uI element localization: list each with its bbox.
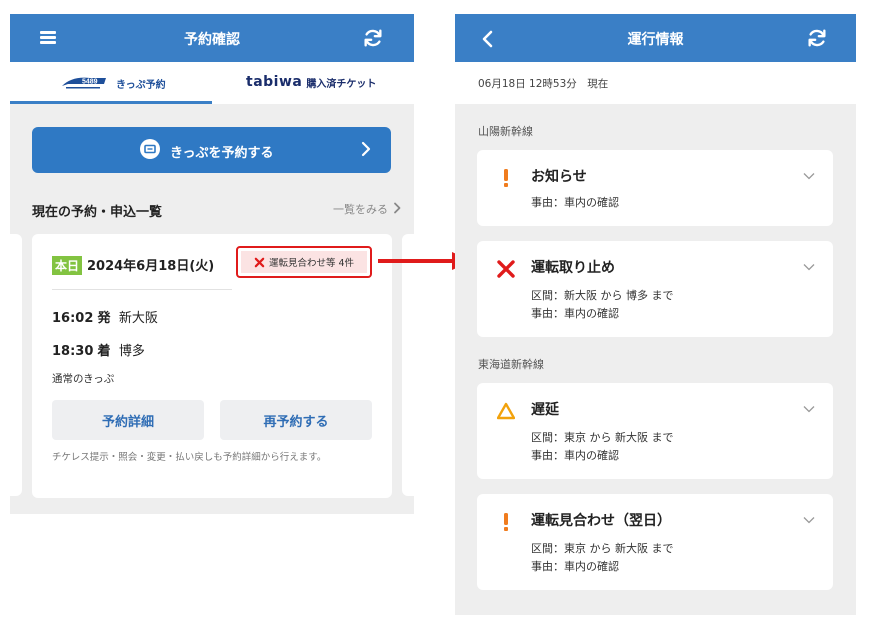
departure-label: 発	[97, 311, 111, 326]
divider	[52, 289, 232, 290]
cross-icon	[254, 257, 265, 267]
info-reason: 事由：車内の確認	[531, 196, 619, 209]
arrival-station: 博多	[118, 344, 145, 359]
info-title: 運転取り止め	[531, 260, 615, 276]
alert-text: 運転見合わせ等 4件	[268, 258, 355, 269]
previous-card-edge[interactable]	[10, 234, 22, 496]
tab-kippu-reservation[interactable]: 5489 きっぷ予約	[60, 74, 166, 92]
see-all-link[interactable]: 一覧をみる	[333, 201, 388, 217]
line-name: 山陽新幹線	[478, 125, 533, 138]
line-name: 東海道新幹線	[478, 358, 544, 371]
cross-icon	[497, 260, 515, 278]
info-reason: 事由：車内の確認	[531, 307, 619, 320]
tabiwa-logo: tabiwa	[246, 74, 303, 90]
reserve-button-label: きっぷを予約する	[170, 146, 274, 161]
info-section: 区間：東京 から 新大阪 まで	[531, 542, 674, 555]
page-title: 予約確認	[184, 32, 240, 48]
ticket-type: 通常のきっぷ	[52, 373, 115, 385]
departure-time: 16:02	[52, 311, 94, 326]
card-note: チケレス提示・照会・変更・払い戻しも予約詳細から行えます。	[52, 452, 327, 463]
service-alert-badge[interactable]: 運転見合わせ等 4件	[236, 246, 372, 278]
arrival-time: 18:30	[52, 344, 94, 359]
info-section: 区間：新大阪 から 博多 まで	[531, 289, 674, 302]
triangle-icon	[497, 402, 515, 420]
today-badge: 本日	[52, 256, 83, 275]
departure-station: 新大阪	[118, 311, 158, 326]
exclamation-icon	[504, 169, 508, 187]
exclamation-icon	[504, 513, 508, 531]
tab-purchased-tickets[interactable]: tabiwa 購入済チケット	[246, 74, 376, 90]
reservation-card: 本日 2024年6月18日(火) 運転見合わせ等 4件 16:02 発 新大阪 …	[32, 234, 392, 498]
tab-label: きっぷ予約	[116, 79, 166, 91]
refresh-icon[interactable]	[806, 27, 828, 49]
info-title: 遅延	[531, 402, 559, 418]
svg-text:5489: 5489	[82, 79, 98, 86]
info-reason: 事由：車内の確認	[531, 560, 619, 573]
tab-label: 購入済チケット	[306, 78, 377, 90]
arrival-row: 18:30 着 博多	[52, 340, 145, 359]
info-card-suspended[interactable]: 運転取り止め 区間：新大阪 から 博多 まで 事由：車内の確認	[477, 241, 833, 337]
reservation-screen: 予約確認 5489 きっぷ予約 tabiwa 購入済チケット きっぷを予約する …	[10, 14, 414, 514]
timestamp-bar: 06月18日 12時53分 現在	[455, 62, 856, 104]
info-card-notice[interactable]: お知らせ 事由：車内の確認	[477, 150, 833, 226]
rebook-button[interactable]: 再予約する	[220, 400, 372, 440]
ticket-icon	[140, 139, 160, 159]
info-card-suspended-next-day[interactable]: 運転見合わせ（翌日） 区間：東京 から 新大阪 まで 事由：車内の確認	[477, 494, 833, 590]
refresh-icon[interactable]	[362, 27, 384, 49]
chevron-right-icon	[361, 141, 371, 157]
service-info-screen: 運行情報 06月18日 12時53分 現在 山陽新幹線 お知らせ 事由：車内の確…	[455, 14, 856, 615]
reservation-date: 2024年6月18日(火)	[87, 259, 215, 274]
info-section: 区間：東京 から 新大阪 まで	[531, 431, 674, 444]
top-bar: 予約確認	[10, 14, 414, 62]
info-reason: 事由：車内の確認	[531, 449, 619, 462]
reservation-detail-button[interactable]: 予約詳細	[52, 400, 204, 440]
chevron-down-icon[interactable]	[803, 405, 815, 413]
page-title: 運行情報	[627, 32, 684, 48]
info-title: お知らせ	[531, 169, 587, 185]
reservation-list-title: 現在の予約・申込一覧	[32, 205, 163, 220]
reserve-ticket-button[interactable]: きっぷを予約する	[32, 127, 391, 173]
arrival-label: 着	[97, 344, 111, 359]
info-card-delay[interactable]: 遅延 区間：東京 から 新大阪 まで 事由：車内の確認	[477, 383, 833, 479]
departure-row: 16:02 発 新大阪	[52, 307, 158, 326]
chevron-down-icon[interactable]	[803, 172, 815, 180]
active-tab-indicator	[10, 101, 212, 104]
chevron-down-icon[interactable]	[803, 263, 815, 271]
chevron-right-icon[interactable]	[392, 202, 402, 214]
chevron-down-icon[interactable]	[803, 516, 815, 524]
5489-logo: 5489	[62, 77, 106, 89]
timestamp: 06月18日 12時53分 現在	[478, 78, 609, 90]
info-title: 運転見合わせ（翌日）	[531, 513, 671, 529]
next-card-edge[interactable]	[402, 234, 414, 496]
top-bar: 運行情報	[455, 14, 856, 62]
